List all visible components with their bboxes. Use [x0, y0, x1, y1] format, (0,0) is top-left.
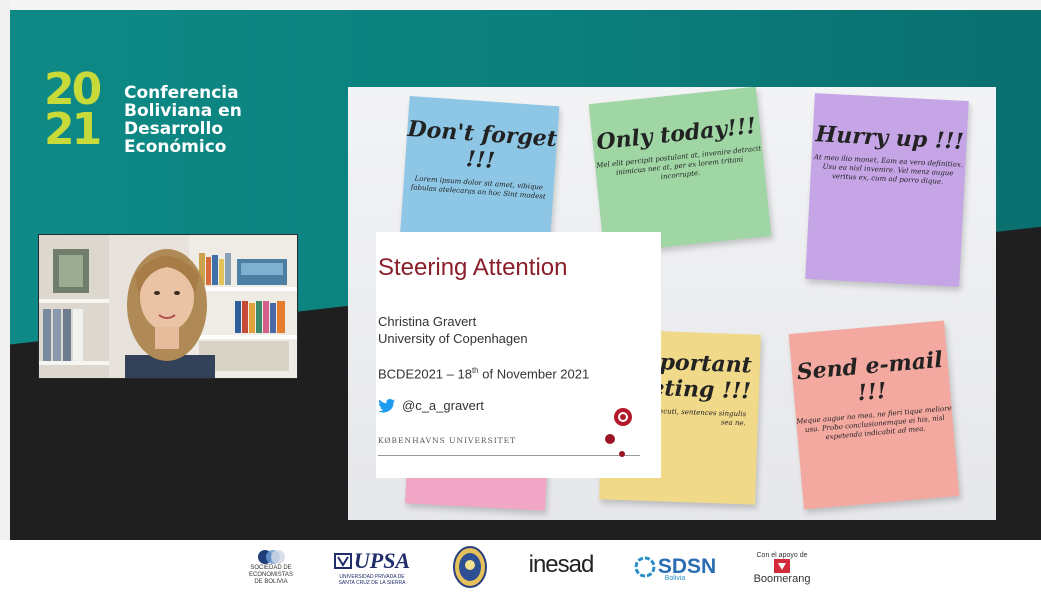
upsa-sub-2: SANTA CRUZ DE LA SIERRA	[338, 580, 406, 586]
boomerang-mark-icon	[774, 558, 790, 573]
seal-logo	[451, 545, 489, 589]
conference-title-line: Conferencia	[124, 83, 239, 103]
conference-title-line: Boliviana en	[124, 101, 242, 121]
speaker-webcam-video[interactable]	[38, 234, 298, 379]
left-border	[0, 0, 10, 540]
note-heading: Hurry up !!!	[814, 121, 965, 155]
inesad-wordmark: inesad	[528, 551, 595, 578]
university-seal-icon	[453, 546, 487, 588]
sticky-note-green: Only today!!! Mel elit percipit postulan…	[588, 87, 772, 254]
person-video-feed-icon	[39, 235, 297, 378]
economistas-line-3: DE BOLIVIA	[254, 578, 288, 585]
economistas-circles-icon	[258, 549, 285, 564]
speaker-affiliation: University of Copenhagen	[378, 331, 528, 346]
upsa-emblem-icon	[333, 553, 352, 569]
twitter-handle: @c_a_gravert	[402, 398, 484, 413]
university-wordmark: KØBENHAVNS UNIVERSITET	[378, 436, 517, 445]
upsa-wordmark: UPSA	[353, 548, 411, 573]
speaker-name: Christina Gravert	[378, 314, 477, 329]
support-prefix: Con el apoyo de	[756, 551, 808, 559]
year-line-2: 21	[44, 104, 102, 155]
sticky-note-pink: Send e-mail !!! Meque augue no mea, ne f…	[788, 320, 960, 510]
conference-title-line: Económico	[124, 137, 227, 157]
top-border	[0, 0, 1041, 10]
sdsn-logo: SDSN Bolivia	[634, 548, 716, 588]
boomerang-wordmark: Boomerang	[753, 572, 811, 585]
university-seal-icon	[603, 405, 635, 459]
sociedad-economistas-logo: SOCIEDAD DE ECONOMISTAS DE BOLIVIA	[244, 542, 298, 592]
inesad-logo: inesad	[520, 550, 602, 580]
sponsor-footer: SOCIEDAD DE ECONOMISTAS DE BOLIVIA UPSA …	[0, 540, 1041, 592]
presentation-title: Steering Attention	[378, 254, 568, 281]
event-suffix: of November 2021	[478, 366, 590, 382]
twitter-bird-icon	[378, 398, 396, 414]
note-body: Meque augue no mea, ne fieri tique melio…	[795, 404, 953, 442]
sdsn-sub: Bolivia	[664, 574, 686, 582]
economistas-line-2: ECONOMISTAS	[249, 571, 293, 578]
title-card-rule	[378, 455, 640, 456]
note-heading: Don't forget !!!	[406, 115, 558, 175]
boomerang-logo: Con el apoyo de Boomerang	[744, 544, 820, 592]
event-prefix: BCDE2021 – 18	[378, 366, 472, 382]
note-body: Lorem ipsum dolor sit amet, vibique fabu…	[410, 174, 546, 201]
economistas-line-1: SOCIEDAD DE	[250, 564, 292, 571]
note-body: At meo ilio monet, Eam ea vero definitio…	[813, 153, 964, 186]
note-heading: Send e-mail !!!	[795, 346, 944, 407]
conference-screen: 20 21 Conferencia Boliviana en Desarroll…	[0, 0, 1041, 592]
event-date: BCDE2021 – 18th of November 2021	[378, 366, 589, 381]
event-suffix-sup: th	[471, 366, 479, 375]
conference-title: Conferencia Boliviana en Desarrollo Econ…	[124, 84, 264, 156]
upsa-logo: UPSA UNIVERSIDAD PRIVADA DE SANTA CRUZ D…	[326, 546, 418, 588]
conference-year: 20 21	[44, 68, 116, 155]
conference-title-line: Desarrollo	[124, 119, 224, 139]
sticky-note-purple: Hurry up !!! At meo ilio monet, Eam ea v…	[805, 93, 969, 287]
sdsn-ring-icon	[634, 556, 656, 577]
